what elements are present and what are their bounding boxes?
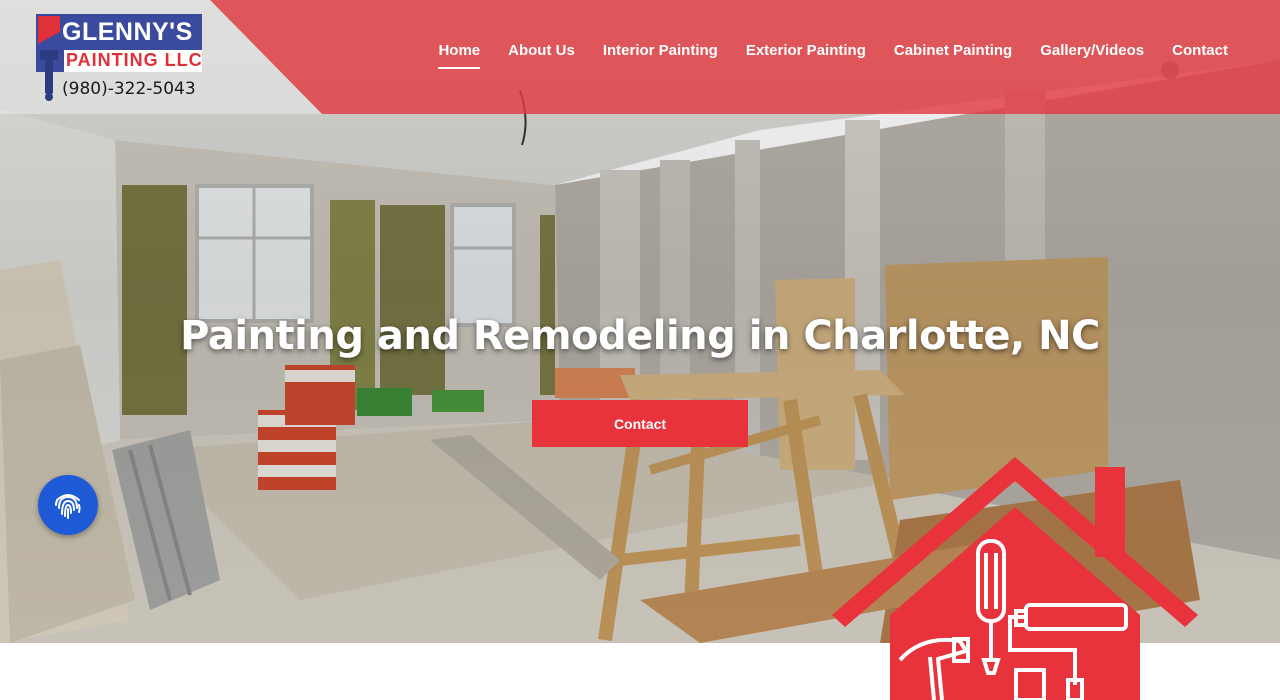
nav-item-exterior-painting[interactable]: Exterior Painting bbox=[746, 42, 866, 67]
nav-item-interior-painting[interactable]: Interior Painting bbox=[603, 42, 718, 67]
logo-name-bottom-box: PAINTING LLC bbox=[64, 50, 202, 72]
nav-item-about-us[interactable]: About Us bbox=[508, 42, 575, 67]
logo-name-bottom: PAINTING LLC bbox=[66, 50, 203, 70]
logo-name-top: GLENNY'S bbox=[62, 18, 193, 46]
header: GLENNY'S PAINTING LLC (980)-322-5043 Hom… bbox=[0, 0, 1280, 114]
fingerprint-icon bbox=[55, 494, 81, 519]
nav-item-contact[interactable]: Contact bbox=[1172, 42, 1228, 67]
nav-item-cabinet-painting[interactable]: Cabinet Painting bbox=[894, 42, 1012, 67]
nav-item-home[interactable]: Home bbox=[438, 42, 480, 69]
phone-number[interactable]: (980)-322-5043 bbox=[62, 79, 196, 99]
nav-item-gallery-videos[interactable]: Gallery/Videos bbox=[1040, 42, 1144, 67]
hero-title: Painting and Remodeling in Charlotte, NC bbox=[180, 313, 1100, 359]
main-navigation: Home About Us Interior Painting Exterior… bbox=[438, 42, 1228, 69]
accessibility-button[interactable] bbox=[38, 475, 98, 535]
contact-button[interactable]: Contact bbox=[532, 400, 748, 447]
brand-logo[interactable]: GLENNY'S PAINTING LLC (980)-322-5043 bbox=[36, 14, 206, 104]
paintbrush-icon bbox=[38, 16, 60, 101]
house-tools-icon bbox=[832, 457, 1198, 700]
